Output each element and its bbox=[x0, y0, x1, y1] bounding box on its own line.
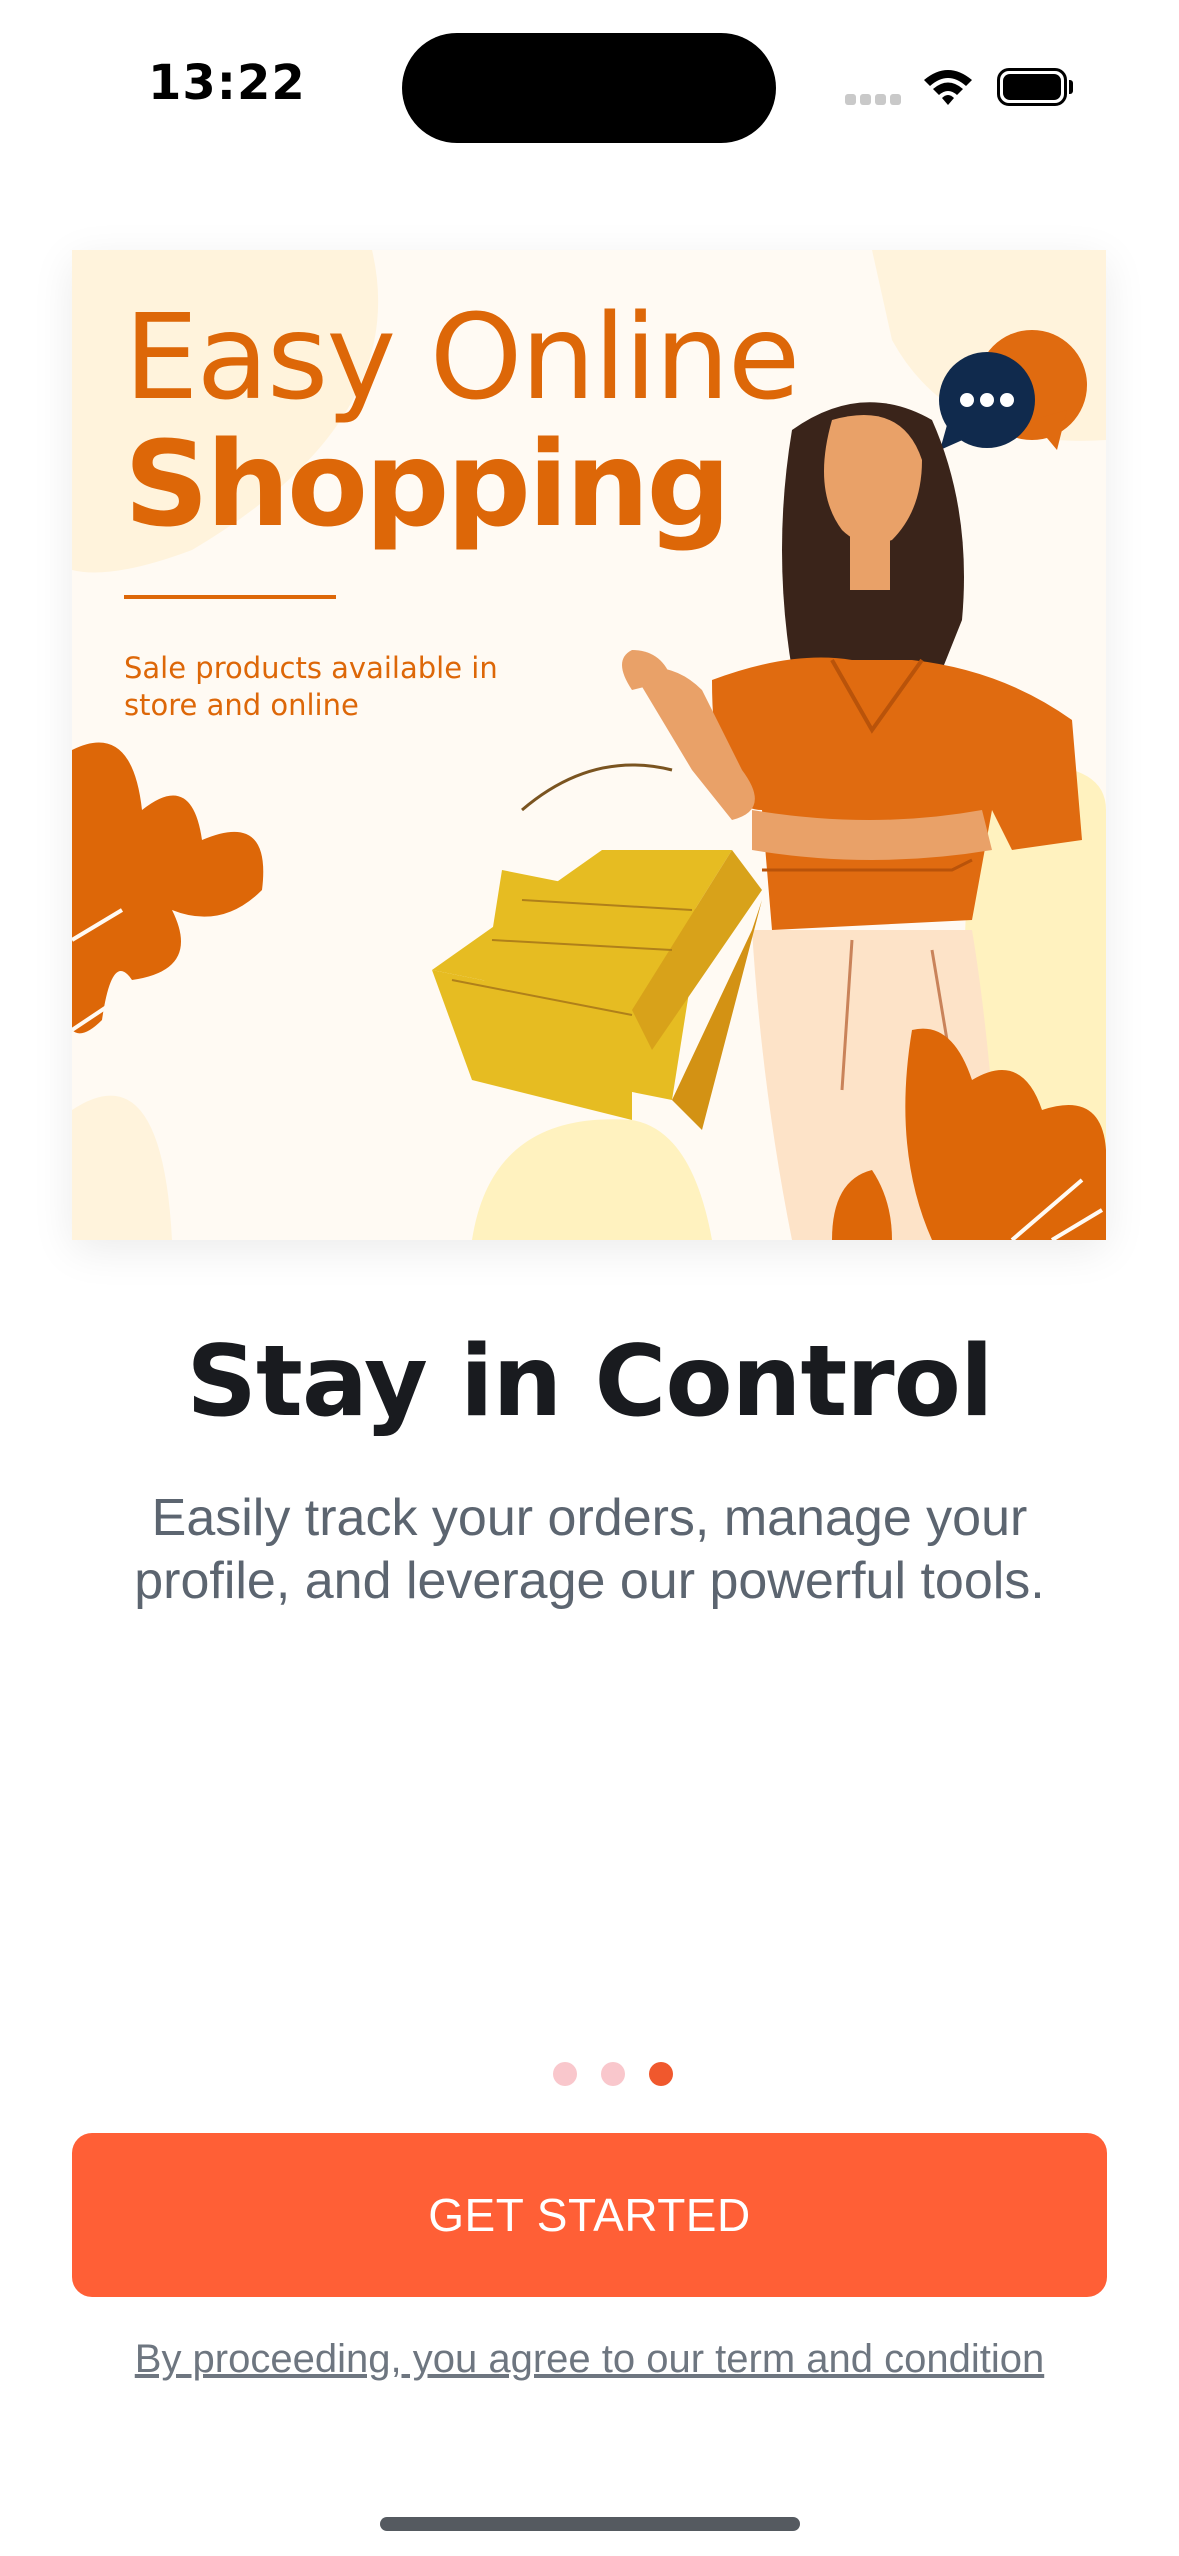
page-dot-3[interactable] bbox=[649, 2062, 673, 2086]
terms-link[interactable]: By proceeding, you agree to our term and… bbox=[0, 2337, 1179, 2382]
hero-headline-light: Easy Online bbox=[124, 288, 800, 426]
cellular-signal-icon bbox=[845, 94, 905, 106]
hero-banner: Easy Online Shopping Sale products avail… bbox=[72, 250, 1106, 1240]
get-started-button[interactable]: GET STARTED bbox=[72, 2133, 1107, 2297]
status-time: 13:22 bbox=[148, 55, 306, 111]
page-indicator bbox=[0, 2062, 1179, 2086]
page-dot-2[interactable] bbox=[601, 2062, 625, 2086]
hero-headline-bold: Shopping bbox=[124, 415, 731, 553]
onboarding-title: Stay in Control bbox=[186, 1325, 993, 1439]
home-indicator[interactable] bbox=[380, 2517, 800, 2531]
onboarding-description: Easily track your orders, manage your pr… bbox=[134, 1489, 1045, 1610]
dynamic-island bbox=[402, 33, 776, 143]
wifi-icon bbox=[924, 70, 972, 105]
hero-subtext: Sale products available in store and onl… bbox=[124, 651, 498, 722]
battery-icon bbox=[997, 68, 1073, 106]
hero-divider bbox=[124, 595, 336, 599]
page-dot-1[interactable] bbox=[553, 2062, 577, 2086]
